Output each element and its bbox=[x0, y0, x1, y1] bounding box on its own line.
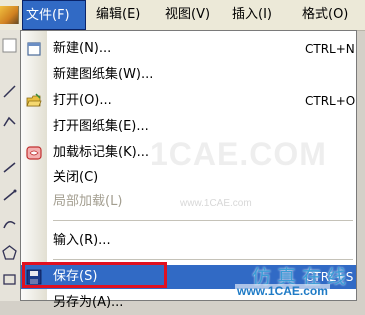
menu-edit[interactable]: 编辑(E) bbox=[96, 0, 140, 30]
tool-construction-line-icon[interactable] bbox=[2, 84, 17, 99]
menu-separator bbox=[53, 259, 353, 260]
menu-item-open[interactable]: 打开(O)... CTRL+O bbox=[21, 89, 356, 113]
menu-item-label: 加载标记集(K)... bbox=[53, 145, 150, 160]
new-file-icon bbox=[27, 42, 41, 56]
menu-format[interactable]: 格式(O) bbox=[302, 0, 348, 30]
app-icon[interactable] bbox=[0, 6, 19, 24]
tool-polygon-icon[interactable] bbox=[2, 245, 17, 260]
menu-item-label: 新建(N)... bbox=[53, 41, 112, 56]
menu-item-label: 局部加载(L) bbox=[53, 194, 123, 209]
menu-item-shortcut: CTRL+O bbox=[305, 94, 356, 108]
watermark-url: www.1CAE.com bbox=[180, 198, 252, 209]
watermark-text: 1CAE.COM bbox=[150, 136, 327, 172]
menu-item-label: 打开(O)... bbox=[53, 93, 112, 108]
menu-item-import[interactable]: 输入(R)... bbox=[21, 229, 356, 253]
tool-polyline-icon[interactable] bbox=[2, 114, 17, 129]
menu-item-shortcut: CTRL+N bbox=[305, 42, 355, 56]
menu-item-label: 新建图纸集(W)... bbox=[53, 67, 154, 82]
menu-insert[interactable]: 插入(I) bbox=[232, 0, 272, 30]
tool-spline-icon[interactable] bbox=[2, 216, 17, 231]
menu-file[interactable]: 文件(F) bbox=[22, 0, 86, 30]
menu-item-label: 输入(R)... bbox=[53, 233, 111, 248]
tool-rectangle-icon[interactable] bbox=[2, 272, 17, 287]
save-highlight-box bbox=[22, 262, 167, 288]
menu-item-label: 打开图纸集(E)... bbox=[53, 119, 149, 134]
tool-xline-icon[interactable] bbox=[2, 188, 17, 203]
watermark-site: www.1CAE.com bbox=[235, 284, 330, 298]
menu-item-new[interactable]: 新建(N)... CTRL+N bbox=[21, 37, 356, 61]
tool-line-icon[interactable] bbox=[2, 38, 17, 53]
tool-ray-icon[interactable] bbox=[2, 160, 17, 175]
menu-item-label: 另存为(A)... bbox=[53, 295, 124, 310]
menu-item-new-sheet-set[interactable]: 新建图纸集(W)... bbox=[21, 63, 356, 87]
left-toolbar bbox=[0, 30, 21, 301]
markup-set-icon bbox=[26, 146, 42, 160]
menu-view[interactable]: 视图(V) bbox=[165, 0, 210, 30]
menu-item-label: 关闭(C) bbox=[53, 170, 99, 185]
menu-bar: 文件(F) 编辑(E) 视图(V) 插入(I) 格式(O) bbox=[0, 0, 365, 31]
menu-separator bbox=[53, 220, 353, 221]
open-folder-icon bbox=[26, 93, 42, 107]
